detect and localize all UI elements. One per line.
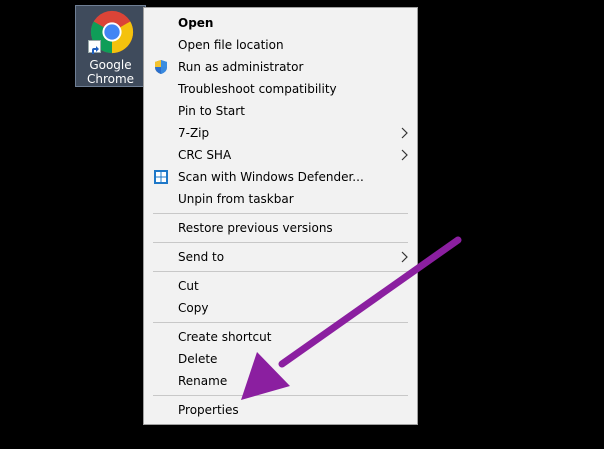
chevron-right-icon xyxy=(401,127,408,139)
menu-item-open[interactable]: Open xyxy=(144,12,417,34)
menu-item-unpin-from-taskbar[interactable]: Unpin from taskbar xyxy=(144,188,417,210)
menu-separator xyxy=(153,395,408,396)
menu-item-7-zip[interactable]: 7-Zip xyxy=(144,122,417,144)
menu-separator xyxy=(153,242,408,243)
menu-item-label: Restore previous versions xyxy=(178,221,333,235)
menu-item-label: Open file location xyxy=(178,38,284,52)
chevron-right-icon xyxy=(401,149,408,161)
menu-item-delete[interactable]: Delete xyxy=(144,348,417,370)
menu-item-rename[interactable]: Rename xyxy=(144,370,417,392)
menu-item-label: Delete xyxy=(178,352,218,366)
menu-separator xyxy=(153,271,408,272)
uac-shield-icon xyxy=(155,60,167,74)
menu-item-label: Run as administrator xyxy=(178,60,304,74)
menu-item-run-as-administrator[interactable]: Run as administrator xyxy=(144,56,417,78)
shortcut-label-line1: Google xyxy=(89,58,132,72)
menu-item-label: Send to xyxy=(178,250,225,264)
menu-item-label: 7-Zip xyxy=(178,126,210,140)
menu-separator xyxy=(153,322,408,323)
menu-item-label: Unpin from taskbar xyxy=(178,192,294,206)
menu-item-label: Pin to Start xyxy=(178,104,245,118)
menu-item-properties[interactable]: Properties xyxy=(144,399,417,421)
shortcut-arrow-icon xyxy=(88,40,101,54)
menu-item-scan-with-windows-defender[interactable]: Scan with Windows Defender... xyxy=(144,166,417,188)
chrome-desktop-shortcut[interactable]: Google Chrome xyxy=(75,5,146,87)
windows-defender-icon xyxy=(154,170,168,184)
menu-item-label: CRC SHA xyxy=(178,148,232,162)
menu-item-send-to[interactable]: Send to xyxy=(144,246,417,268)
shortcut-label: Google Chrome xyxy=(76,58,145,86)
context-menu: Open Open file location Run as administr… xyxy=(143,7,418,425)
menu-item-troubleshoot-compatibility[interactable]: Troubleshoot compatibility xyxy=(144,78,417,100)
menu-item-label: Copy xyxy=(178,301,209,315)
menu-item-label: Scan with Windows Defender... xyxy=(178,170,364,184)
shortcut-label-line2: Chrome xyxy=(86,72,135,86)
menu-item-crc-sha[interactable]: CRC SHA xyxy=(144,144,417,166)
menu-item-label: Properties xyxy=(178,403,239,417)
menu-item-label: Cut xyxy=(178,279,199,293)
menu-item-pin-to-start[interactable]: Pin to Start xyxy=(144,100,417,122)
menu-item-copy[interactable]: Copy xyxy=(144,297,417,319)
menu-item-label: Troubleshoot compatibility xyxy=(178,82,337,96)
menu-item-cut[interactable]: Cut xyxy=(144,275,417,297)
menu-item-label: Open xyxy=(178,16,214,30)
menu-separator xyxy=(153,213,408,214)
menu-item-restore-previous-versions[interactable]: Restore previous versions xyxy=(144,217,417,239)
chevron-right-icon xyxy=(401,251,408,263)
menu-item-create-shortcut[interactable]: Create shortcut xyxy=(144,326,417,348)
menu-item-open-file-location[interactable]: Open file location xyxy=(144,34,417,56)
menu-item-label: Rename xyxy=(178,374,228,388)
menu-item-label: Create shortcut xyxy=(178,330,272,344)
